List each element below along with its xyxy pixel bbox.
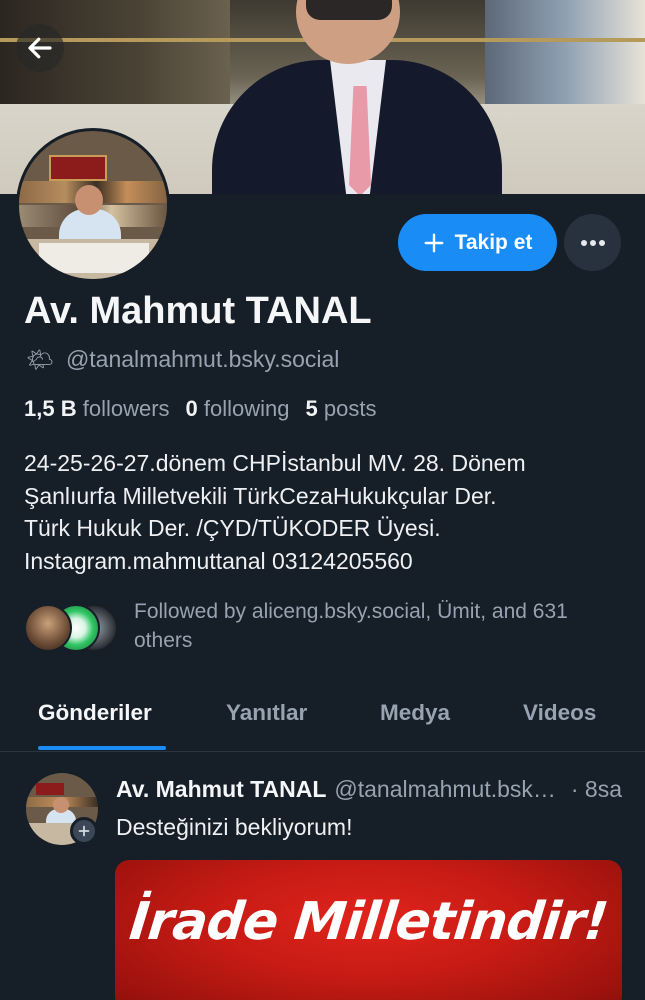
tab-media[interactable]: Medya — [380, 700, 450, 726]
bio-line: Instagram.mahmuttanal 03124205560 — [24, 547, 413, 574]
post-image-text: İrade Milletindir! — [126, 892, 611, 952]
posts-count: 5 — [305, 396, 318, 421]
profile-bio: 24-25-26-27.dönem CHPİstanbul MV. 28. Dö… — [24, 447, 624, 577]
post-author-handle[interactable]: @tanalmahmut.bsky.social — [334, 776, 564, 803]
profile-handle-row: 🌤 @tanalmahmut.bsky.social — [26, 346, 339, 373]
plus-icon — [78, 825, 90, 837]
followed-by-text: Followed by aliceng.bsky.social, Ümit, a… — [134, 600, 568, 652]
follow-button[interactable]: Takip et — [398, 214, 557, 271]
avatar-wall-frame — [49, 155, 107, 181]
sun-behind-cloud-icon: 🌤 — [26, 346, 54, 372]
follow-button-label: Takip et — [454, 230, 533, 254]
post-avatar-frame — [36, 783, 64, 795]
arrow-left-icon — [28, 37, 52, 59]
avatar-papers — [39, 243, 149, 273]
back-button[interactable] — [16, 24, 64, 72]
bio-line: Şanlıurfa Milletvekili TürkCezaHukukçula… — [24, 482, 497, 509]
plus-icon — [424, 233, 444, 252]
more-options-button[interactable] — [564, 214, 621, 271]
post-header: Av. Mahmut TANAL @tanalmahmut.bsky.socia… — [116, 776, 622, 803]
profile-stats: 1,5 B followers 0 following 5 posts — [24, 396, 376, 422]
profile-avatar[interactable] — [16, 128, 170, 282]
posts-stat: 5 posts — [306, 396, 377, 422]
followers-count: 1,5 B — [24, 396, 77, 421]
follow-badge[interactable] — [70, 817, 98, 845]
feed-post[interactable]: Av. Mahmut TANAL @tanalmahmut.bsky.socia… — [0, 753, 645, 1000]
post-timestamp: · 8sa — [570, 776, 622, 802]
post-author-name[interactable]: Av. Mahmut TANAL — [116, 776, 326, 803]
tab-posts[interactable]: Gönderiler — [38, 700, 152, 726]
profile-handle: @tanalmahmut.bsky.social — [65, 346, 340, 372]
tab-replies[interactable]: Yanıtlar — [226, 700, 307, 726]
following-label: following — [203, 396, 290, 421]
profile-tabs: Gönderiler Yanıtlar Medya Videos — [0, 688, 645, 752]
bio-line: 24-25-26-27.dönem CHPİstanbul MV. 28. Dö… — [24, 450, 526, 476]
post-avatar-person-head — [53, 797, 69, 813]
active-tab-indicator — [38, 746, 166, 750]
post-text: Desteğinizi bekliyorum! — [116, 814, 353, 840]
banner-background-right — [485, 0, 645, 110]
post-image[interactable]: İrade Milletindir! — [115, 860, 622, 1000]
banner-person-glasses — [306, 0, 392, 20]
follower-avatar — [24, 604, 72, 652]
followers-stat[interactable]: 1,5 B followers — [24, 396, 170, 422]
tab-videos[interactable]: Videos — [523, 700, 596, 726]
ellipsis-icon — [580, 239, 605, 246]
followers-label: followers — [82, 396, 170, 421]
following-stat[interactable]: 0 following — [186, 396, 290, 422]
following-count: 0 — [185, 396, 198, 421]
bio-line: Türk Hukuk Der. /ÇYD/TÜKODER Üyesi. — [24, 515, 441, 541]
profile-display-name: Av. Mahmut TANAL — [24, 290, 372, 332]
posts-label: posts — [323, 396, 377, 421]
avatar-person-head — [75, 185, 103, 215]
